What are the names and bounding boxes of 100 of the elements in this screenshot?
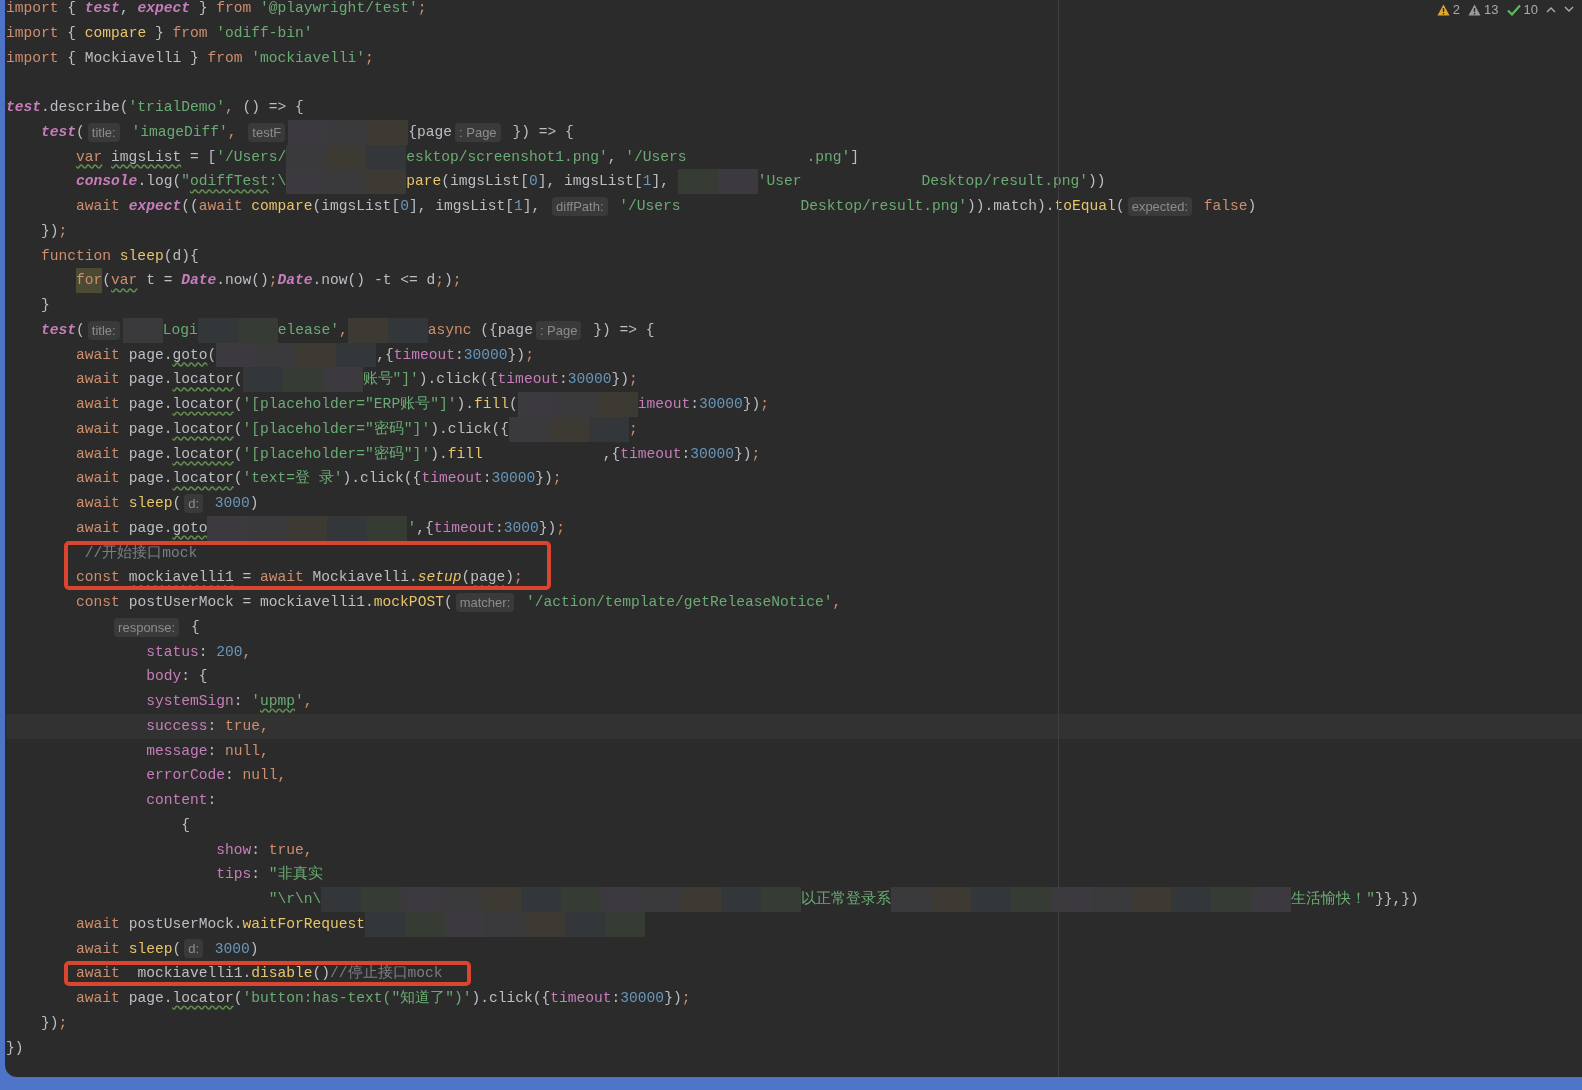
function-name: fill bbox=[473, 395, 509, 414]
keyword: await bbox=[76, 419, 120, 439]
code-text: postUserMock. bbox=[128, 914, 243, 934]
keyword: ; bbox=[268, 271, 278, 291]
keyword: ; bbox=[58, 221, 68, 241]
number-literal: 30000 bbox=[567, 370, 612, 390]
pixelated-block bbox=[287, 515, 328, 541]
code-text: }) bbox=[538, 518, 557, 538]
code-text: mockiavelli1 bbox=[128, 568, 234, 588]
string-literal: 'User bbox=[757, 172, 802, 192]
code-text: : bbox=[251, 865, 260, 885]
code-text: .describe( bbox=[41, 98, 129, 117]
keyword: import bbox=[6, 48, 59, 68]
code-text: : bbox=[207, 741, 217, 761]
keyword: true, bbox=[268, 840, 313, 860]
keyword: ; bbox=[58, 1013, 68, 1033]
code-text: () => { bbox=[242, 98, 304, 117]
code-text: locator bbox=[172, 395, 234, 414]
keyword: , bbox=[832, 593, 842, 612]
inspection-count[interactable]: 2 bbox=[1452, 2, 1461, 17]
function-name: fill bbox=[447, 444, 483, 464]
string-literal: Desktop/result.png' bbox=[800, 197, 967, 216]
string-literal: '/action/template/getReleaseNotice' bbox=[526, 593, 833, 612]
code-text: ) bbox=[249, 939, 259, 959]
number-literal: 200 bbox=[216, 642, 243, 662]
code-text: ). bbox=[456, 395, 474, 414]
property-name: success bbox=[146, 716, 208, 736]
keyword: await bbox=[198, 197, 243, 216]
string-literal: 'text=登 录' bbox=[242, 469, 343, 489]
identifier: Date bbox=[277, 271, 313, 291]
keyword: ; bbox=[629, 370, 638, 390]
code-text: ( bbox=[172, 494, 182, 513]
code-text: ) bbox=[443, 271, 453, 291]
code-text: .log( bbox=[137, 172, 182, 192]
code-text: : bbox=[233, 692, 243, 711]
code-text: }) bbox=[507, 345, 526, 365]
code-text: : bbox=[455, 345, 464, 365]
string-literal: elease' bbox=[277, 320, 339, 340]
code-text: }) bbox=[734, 444, 752, 464]
code-text: )).match). bbox=[967, 197, 1055, 216]
check-icon bbox=[1506, 3, 1521, 16]
code-text: { Mockiavelli } bbox=[67, 48, 199, 68]
inspection-count[interactable]: 10 bbox=[1523, 2, 1538, 17]
code-text: ( bbox=[233, 395, 243, 414]
code-text: } bbox=[198, 0, 208, 18]
code-text: { bbox=[67, 0, 77, 18]
chevron-up-icon[interactable] bbox=[1546, 6, 1556, 13]
code-text: locator bbox=[172, 469, 234, 489]
number-literal: 3000 bbox=[503, 518, 539, 538]
function-name: toEqual bbox=[1054, 197, 1116, 216]
string-literal: 'button:has-text("知道了")' bbox=[242, 989, 472, 1008]
property-name: tips bbox=[216, 865, 252, 885]
property-name: timeout bbox=[433, 518, 496, 538]
keyword: ; bbox=[417, 0, 427, 18]
identifier: console bbox=[76, 172, 138, 192]
string-literal: esktop/screenshot1.png' bbox=[406, 147, 608, 167]
number-literal: 1 bbox=[514, 197, 523, 216]
property-name: systemSign bbox=[146, 692, 234, 711]
function-name: disable bbox=[251, 964, 313, 984]
code-comment: //开始接口mock bbox=[84, 543, 198, 563]
code-text: goto bbox=[172, 518, 208, 538]
code-text: }) => { bbox=[593, 320, 655, 340]
code-text: .now() -t <= d bbox=[312, 271, 436, 291]
identifier: test bbox=[41, 122, 77, 142]
keyword: function bbox=[41, 246, 112, 266]
code-text: : bbox=[198, 642, 208, 662]
code-text: ] bbox=[850, 147, 860, 167]
string-literal: ' bbox=[407, 518, 417, 538]
number-literal: 1 bbox=[642, 172, 652, 192]
function-name: setup bbox=[417, 568, 462, 588]
code-text: , bbox=[607, 147, 617, 167]
property-name: imeout bbox=[637, 395, 691, 414]
code-text: page. bbox=[128, 518, 173, 538]
code-text: : bbox=[681, 444, 691, 464]
keyword: , bbox=[227, 122, 237, 142]
code-text: }) bbox=[6, 1038, 24, 1058]
keyword: , bbox=[303, 692, 313, 711]
property-name: body bbox=[146, 667, 182, 687]
property-name: timeout bbox=[421, 469, 483, 489]
property-name: status bbox=[146, 642, 199, 662]
keyword: from bbox=[207, 48, 243, 68]
function-name: sleep bbox=[128, 939, 173, 959]
property-name: content bbox=[146, 791, 208, 810]
keyword: import bbox=[6, 0, 59, 18]
string-literal: '[placeholder="密码"]' bbox=[242, 419, 431, 439]
code-text: ( bbox=[443, 593, 453, 612]
parameter-hint: response: bbox=[114, 617, 180, 637]
property-name: message bbox=[146, 741, 208, 761]
code-text: : bbox=[495, 518, 504, 538]
keyword: ; bbox=[435, 271, 444, 291]
string-literal: .png' bbox=[806, 147, 851, 167]
property-name: timeout bbox=[550, 989, 612, 1008]
code-text: ( bbox=[233, 419, 243, 439]
code-text: .now() bbox=[216, 271, 269, 291]
chevron-down-icon[interactable] bbox=[1564, 6, 1574, 13]
inspection-count[interactable]: 13 bbox=[1484, 2, 1499, 17]
code-text: (d){ bbox=[163, 246, 199, 266]
function-name: waitForRequest bbox=[242, 914, 366, 934]
function-name: sleep bbox=[128, 494, 173, 513]
identifier: test bbox=[84, 0, 120, 18]
